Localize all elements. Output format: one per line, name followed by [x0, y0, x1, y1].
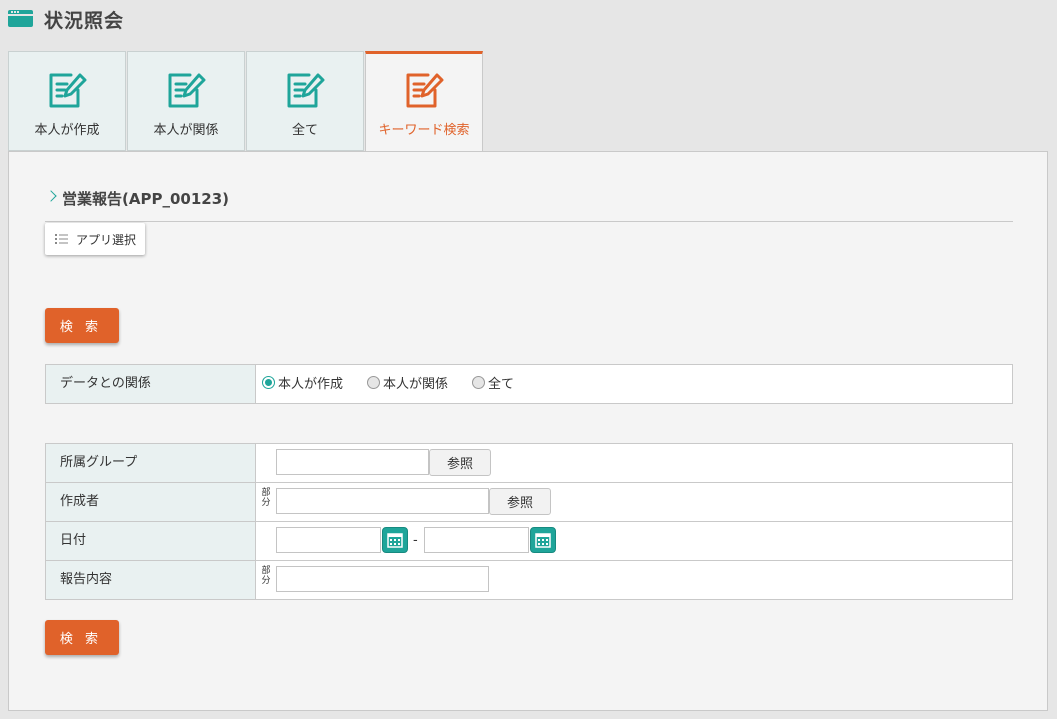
search-panel: 営業報告(APP_00123) アプリ選択 検 索 データとの関係 本人が作成 … — [8, 151, 1048, 711]
group-reference-button[interactable]: 参照 — [429, 449, 491, 476]
list-icon — [55, 234, 68, 244]
criteria-table: 所属グループ 参照 作成者 部分 参照 日付 - 報告内容 部分 — [45, 443, 1013, 600]
app-title: 営業報告(APP_00123) — [62, 190, 229, 208]
app-select-label: アプリ選択 — [76, 233, 137, 247]
date-label: 日付 — [45, 521, 256, 561]
relation-label: データとの関係 — [45, 364, 256, 404]
tab-label: キーワード検索 — [378, 123, 470, 138]
radio-dot — [472, 376, 486, 389]
search-button-top[interactable]: 検 索 — [45, 308, 119, 343]
table-row: 所属グループ 参照 — [45, 443, 1013, 483]
radio-label: 本人が関係 — [383, 377, 449, 392]
table-row: 日付 - — [45, 521, 1013, 561]
relation-table: データとの関係 本人が作成 本人が関係 全て — [45, 364, 1013, 404]
radio-created-by-me[interactable]: 本人が作成 — [262, 373, 343, 392]
radio-label: 本人が作成 — [278, 377, 344, 392]
edit-note-icon — [406, 73, 444, 108]
table-row: 作成者 部分 参照 — [45, 482, 1013, 522]
relation-radio-group: 本人が作成 本人が関係 全て — [262, 373, 538, 392]
table-row: 報告内容 部分 — [45, 560, 1013, 600]
content-value: 部分 — [255, 560, 1013, 600]
group-input[interactable] — [276, 449, 429, 475]
divider — [45, 221, 1013, 222]
date-from-input[interactable] — [276, 527, 381, 553]
radio-label: 全て — [488, 377, 515, 392]
tab-all[interactable]: 全て — [246, 51, 364, 151]
date-value: - — [255, 521, 1013, 561]
tab-keyword-search[interactable]: キーワード検索 — [365, 51, 483, 153]
app-select-button[interactable]: アプリ選択 — [45, 223, 145, 255]
radio-dot — [262, 376, 275, 389]
calendar-icon[interactable] — [530, 527, 556, 553]
author-label: 作成者 — [45, 482, 256, 522]
tab-label: 全て — [291, 123, 318, 138]
calendar-icon[interactable] — [382, 527, 408, 553]
tab-related-to-me[interactable]: 本人が関係 — [127, 51, 245, 151]
edit-note-icon — [287, 73, 325, 108]
partial-match-label: 部分 — [261, 566, 271, 586]
content-input[interactable] — [276, 566, 489, 592]
page-title: 状況照会 — [44, 10, 125, 32]
content-label: 報告内容 — [45, 560, 256, 600]
date-separator: - — [413, 533, 418, 548]
author-reference-button[interactable]: 参照 — [489, 488, 551, 515]
tab-created-by-me[interactable]: 本人が作成 — [8, 51, 126, 151]
radio-dot — [367, 376, 381, 389]
chevron-right-icon — [45, 190, 57, 202]
edit-note-icon — [168, 73, 206, 108]
relation-value: 本人が作成 本人が関係 全て — [255, 364, 1013, 404]
search-button-bottom[interactable]: 検 索 — [45, 620, 119, 655]
partial-match-label: 部分 — [261, 488, 271, 508]
radio-all[interactable]: 全て — [472, 373, 514, 392]
page-header: 状況照会 — [0, 0, 1057, 40]
group-label: 所属グループ — [45, 443, 256, 483]
edit-note-icon — [49, 73, 87, 108]
date-to-input[interactable] — [424, 527, 529, 553]
author-input[interactable] — [276, 488, 489, 514]
group-value: 参照 — [255, 443, 1013, 483]
window-icon — [8, 10, 33, 27]
author-value: 部分 参照 — [255, 482, 1013, 522]
tab-label: 本人が作成 — [34, 123, 100, 138]
tab-label: 本人が関係 — [153, 123, 219, 138]
radio-related-to-me[interactable]: 本人が関係 — [367, 373, 448, 392]
